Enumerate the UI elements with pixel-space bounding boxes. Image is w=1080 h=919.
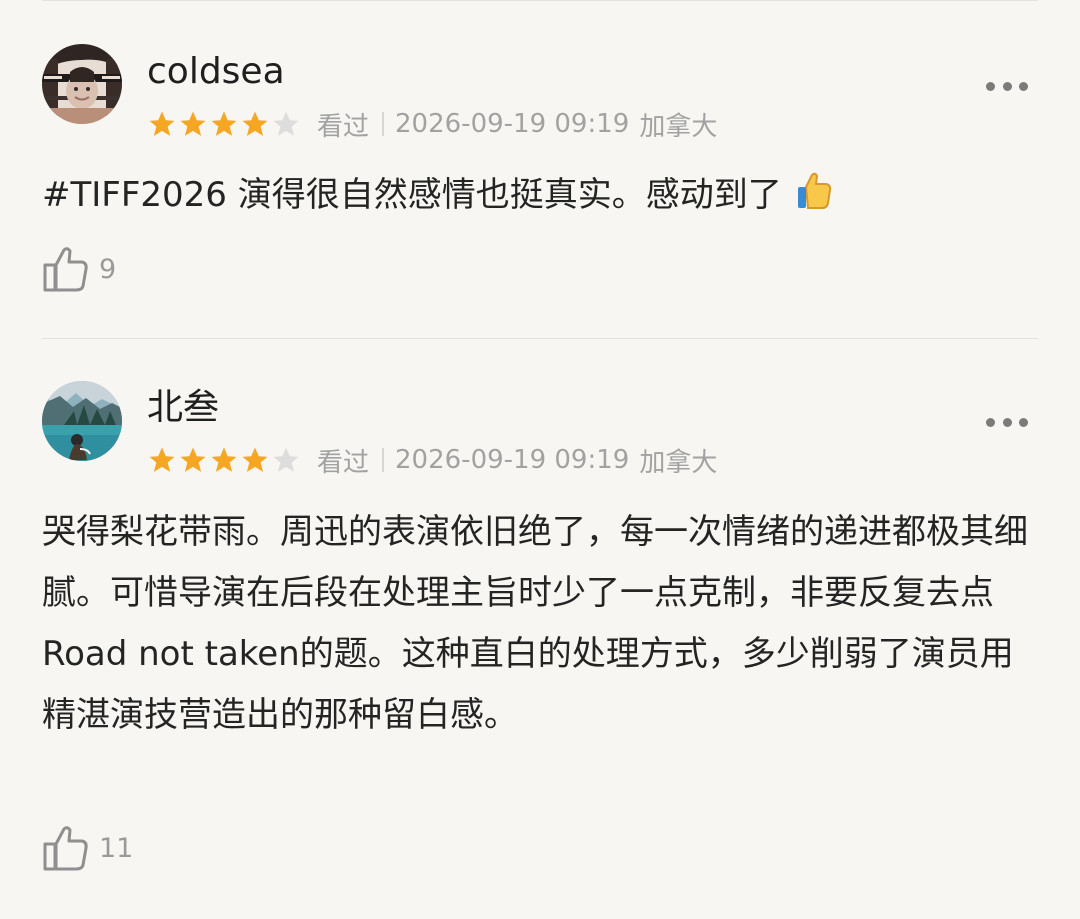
review-text: #TIFF2026 演得很自然感情也挺真实。感动到了 <box>42 175 782 215</box>
more-options-button[interactable] <box>986 416 1028 428</box>
location: 加拿大 <box>639 111 718 142</box>
review-content: #TIFF2026 演得很自然感情也挺真实。感动到了 <box>42 165 1038 233</box>
thumbs-up-emoji-icon <box>792 169 836 233</box>
like-count: 11 <box>99 832 134 864</box>
star-icon <box>211 111 237 136</box>
timestamp: 2026-09-19 09:19 <box>395 445 630 475</box>
location: 加拿大 <box>639 447 718 478</box>
username[interactable]: 北叁 <box>147 386 219 430</box>
review-card-2: 北叁 看过 2026-09-19 09:19 加拿大 哭得梨花带雨。周迅的表演依… <box>0 339 1080 919</box>
more-icon-dot <box>1002 81 1012 91</box>
avatar[interactable] <box>42 44 122 124</box>
review-content: 哭得梨花带雨。周迅的表演依旧绝了，每一次情绪的递进都极其细腻。可惜导演在后段在处… <box>42 502 1038 746</box>
more-icon-dot <box>986 417 995 427</box>
star-icon <box>273 447 299 472</box>
rating-stars <box>147 445 301 475</box>
like-icon <box>43 825 88 870</box>
review-text: 哭得梨花带雨。周迅的表演依旧绝了，每一次情绪的递进都极其细腻。可惜导演在后段在处… <box>42 512 1028 735</box>
review-meta: 看过 2026-09-19 09:19 加拿大 <box>147 107 718 142</box>
more-icon-dot <box>1019 417 1028 427</box>
more-options-button[interactable] <box>986 80 1028 92</box>
timestamp: 2026-09-19 09:19 <box>395 109 630 139</box>
more-icon-dot <box>1002 417 1012 427</box>
rating-stars <box>147 109 301 139</box>
review-meta: 看过 2026-09-19 09:19 加拿大 <box>147 443 718 478</box>
like-button[interactable]: 9 <box>42 244 116 294</box>
meta-divider <box>382 448 385 472</box>
star-icon <box>149 111 175 136</box>
watch-status: 看过 <box>317 111 370 142</box>
star-icon <box>211 447 237 472</box>
username[interactable]: coldsea <box>147 50 285 94</box>
watch-status: 看过 <box>317 447 370 478</box>
avatar[interactable] <box>42 381 122 461</box>
star-icon <box>180 447 206 472</box>
star-icon <box>273 111 299 136</box>
star-icon <box>242 447 268 472</box>
more-icon-dot <box>986 81 995 91</box>
like-count: 9 <box>99 253 117 285</box>
avatar-image <box>42 381 122 461</box>
more-icon-dot <box>1019 81 1028 91</box>
meta-divider <box>382 112 385 136</box>
star-icon <box>149 447 175 472</box>
avatar-image <box>42 44 122 124</box>
like-icon <box>43 246 88 291</box>
star-icon <box>242 111 268 136</box>
like-button[interactable]: 11 <box>42 823 133 873</box>
review-card-1: coldsea 看过 2026-09-19 09:19 加拿大 #TIFF202… <box>0 0 1080 338</box>
star-icon <box>180 111 206 136</box>
